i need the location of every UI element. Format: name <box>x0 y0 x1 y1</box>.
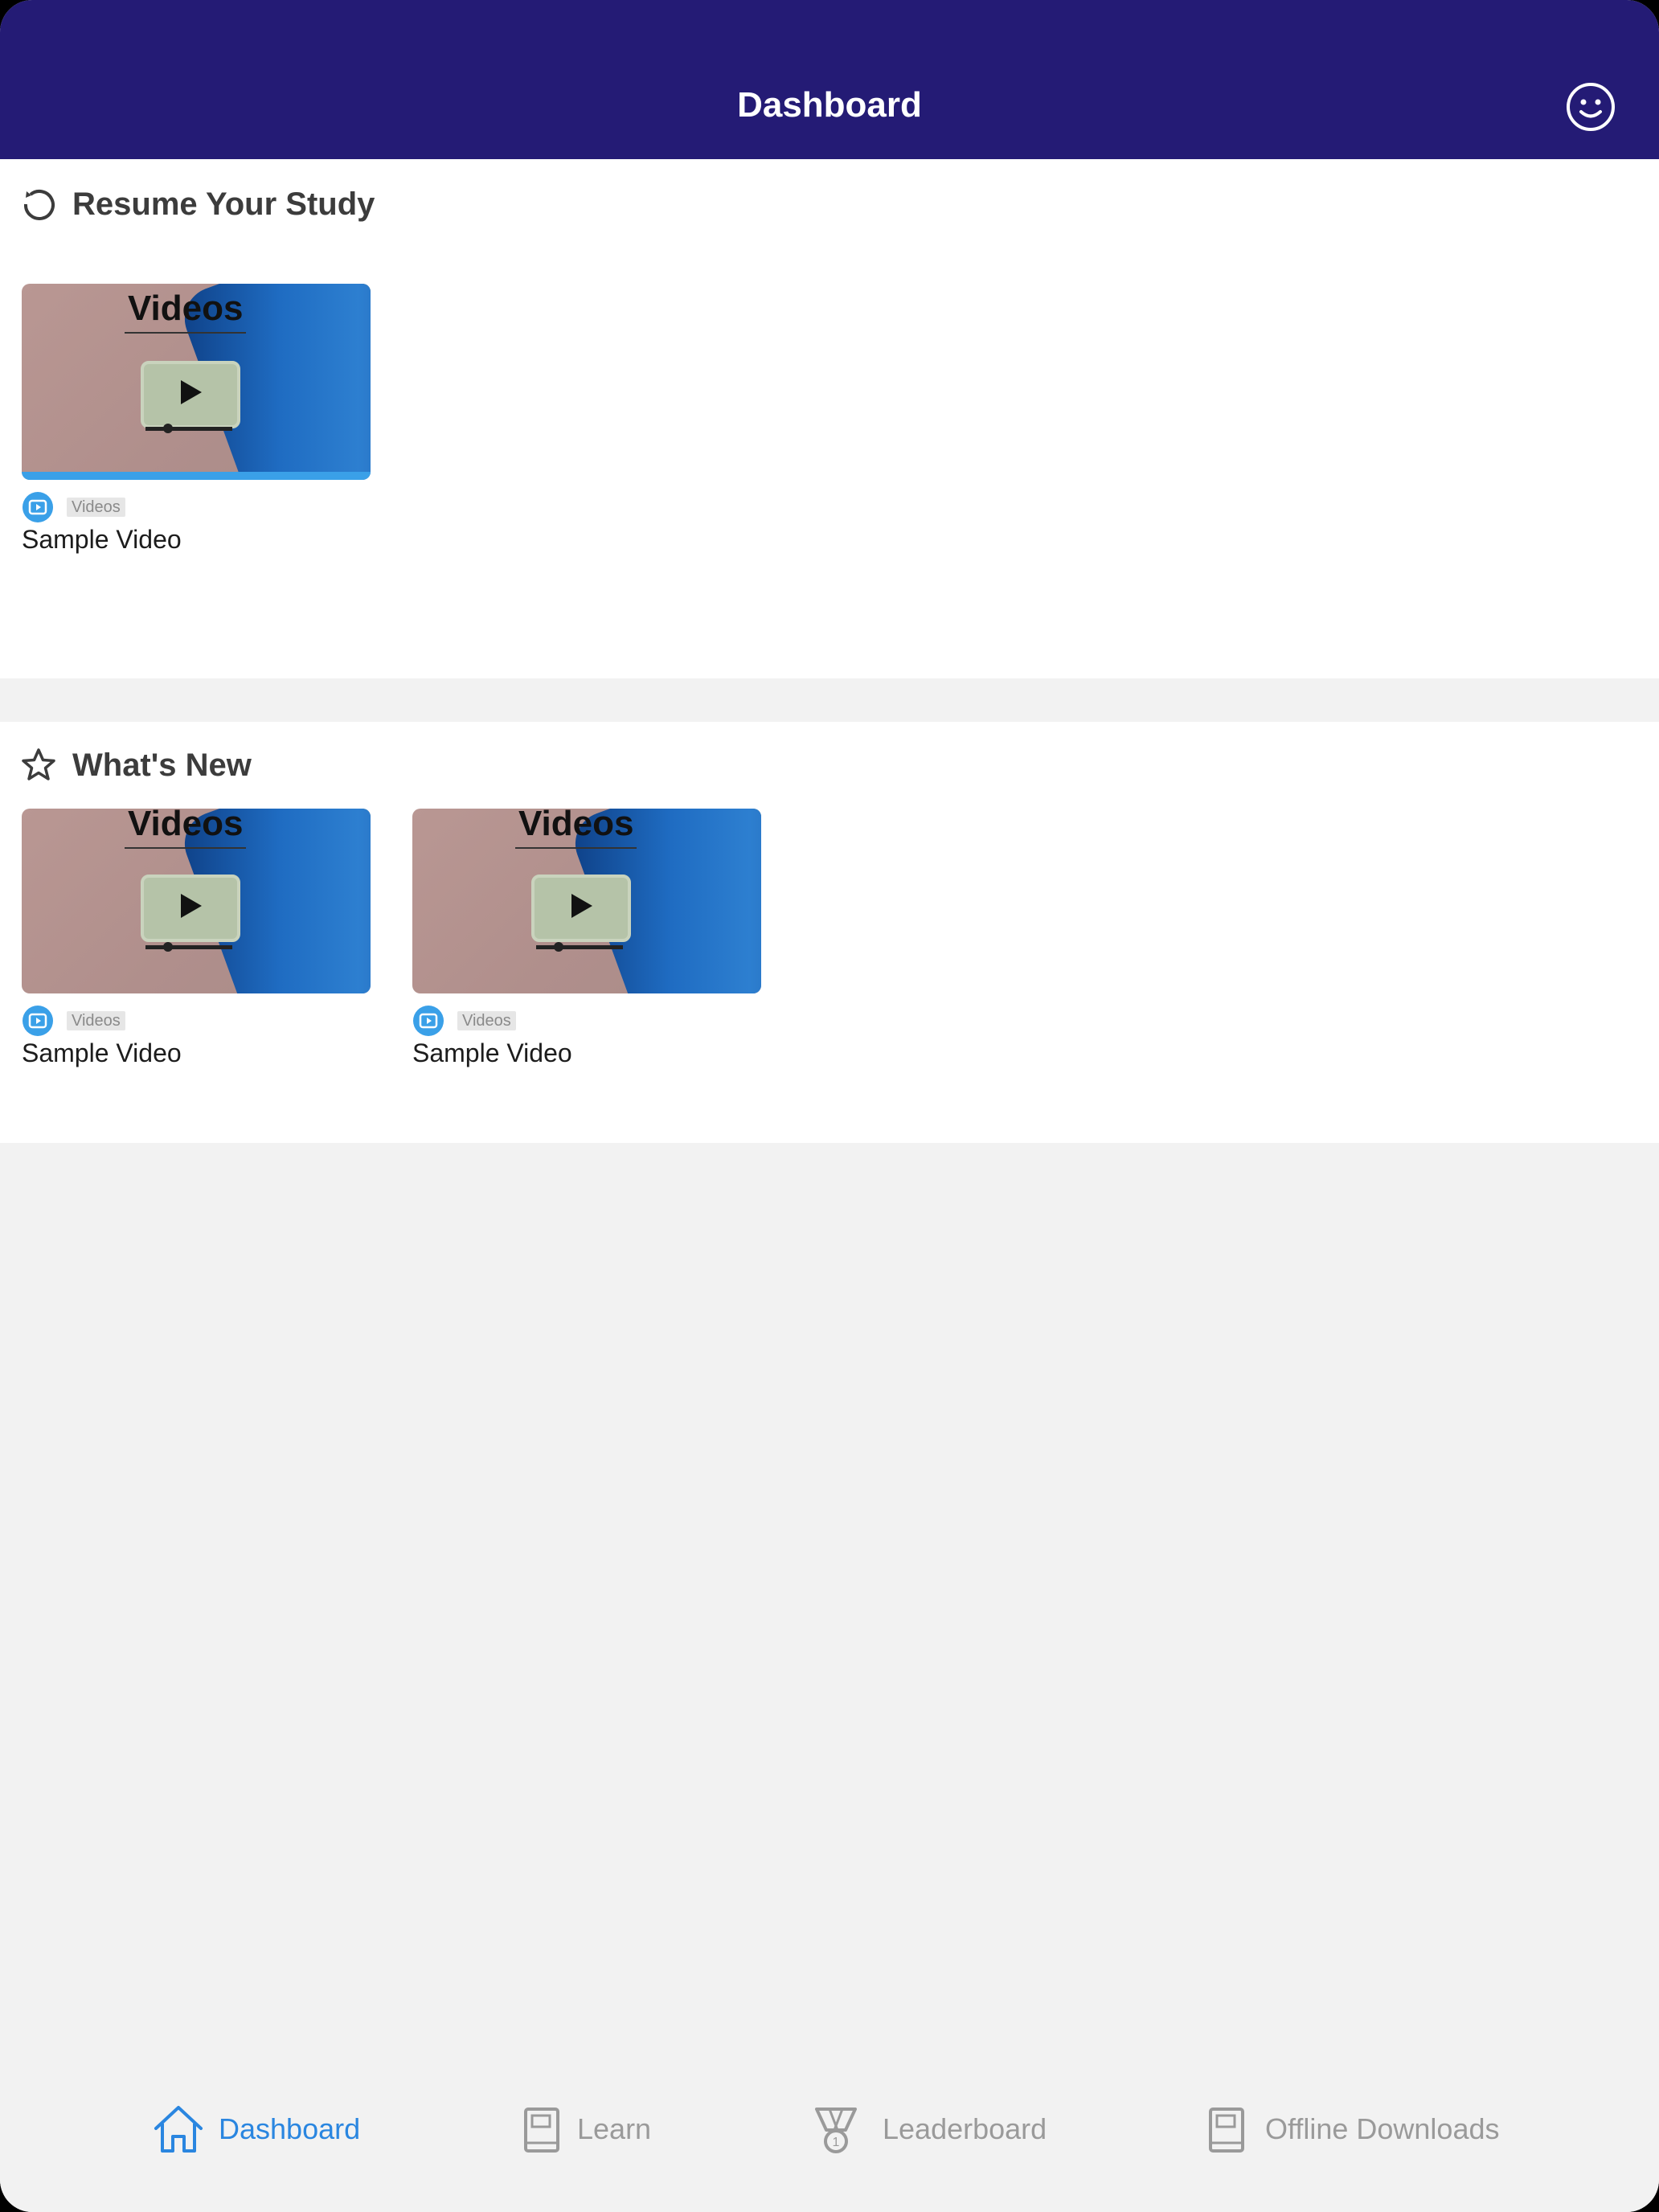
video-title: Sample Video <box>412 1038 572 1067</box>
tab-bar: Dashboard Learn 1 Leaderboard Offline Do… <box>0 2058 1659 2212</box>
page-title: Dashboard <box>737 85 922 125</box>
content-type-tag: Videos <box>67 1011 125 1030</box>
thumbnail-text: Videos <box>125 285 247 334</box>
content-type-tag: Videos <box>457 1011 516 1030</box>
video-thumbnail: Videos <box>22 809 371 993</box>
book-icon <box>524 2108 559 2153</box>
section-title: Resume Your Study <box>72 186 375 222</box>
navigation-bar: Dashboard <box>0 0 1659 159</box>
tab-label: Dashboard <box>219 2112 361 2145</box>
video-title: Sample Video <box>22 1038 182 1067</box>
book-icon <box>1209 2108 1244 2153</box>
play-icon <box>181 894 202 918</box>
thumbnail-text: Videos <box>125 809 247 849</box>
video-badge-icon <box>413 1006 444 1036</box>
video-thumbnail: Videos <box>22 284 371 480</box>
video-title: Sample Video <box>22 525 182 554</box>
tab-offline-downloads[interactable]: Offline Downloads <box>1199 2099 1513 2161</box>
smiley-face-icon <box>1567 83 1615 131</box>
history-icon <box>23 190 55 220</box>
whats-new-section: What's New Videos Videos Sample Video Vi… <box>0 722 1659 1143</box>
video-badge-icon <box>23 492 53 522</box>
tab-learn[interactable]: Learn <box>514 2099 659 2161</box>
app-screen: Dashboard Resume Your Study Videos Video… <box>0 0 1659 2212</box>
home-icon <box>154 2106 203 2153</box>
video-thumbnail: Videos <box>412 809 761 993</box>
tab-leaderboard[interactable]: 1 Leaderboard <box>809 2099 1074 2161</box>
play-icon <box>181 380 202 404</box>
resume-study-section: Resume Your Study Videos Videos Sample V… <box>0 159 1659 678</box>
thumbnail-text: Videos <box>515 809 637 849</box>
tab-dashboard[interactable]: Dashboard <box>151 2099 368 2161</box>
content-type-tag: Videos <box>67 498 125 517</box>
progress-bar <box>22 472 371 480</box>
profile-button[interactable] <box>1564 80 1617 133</box>
star-icon <box>22 748 55 780</box>
svg-text:1: 1 <box>833 2136 840 2149</box>
medal-icon: 1 <box>815 2108 857 2153</box>
section-title: What's New <box>72 748 252 783</box>
play-icon <box>571 894 592 918</box>
tab-label: Offline Downloads <box>1265 2112 1500 2145</box>
tab-label: Leaderboard <box>883 2112 1047 2145</box>
video-badge-icon <box>23 1006 53 1036</box>
tab-label: Learn <box>577 2112 652 2145</box>
